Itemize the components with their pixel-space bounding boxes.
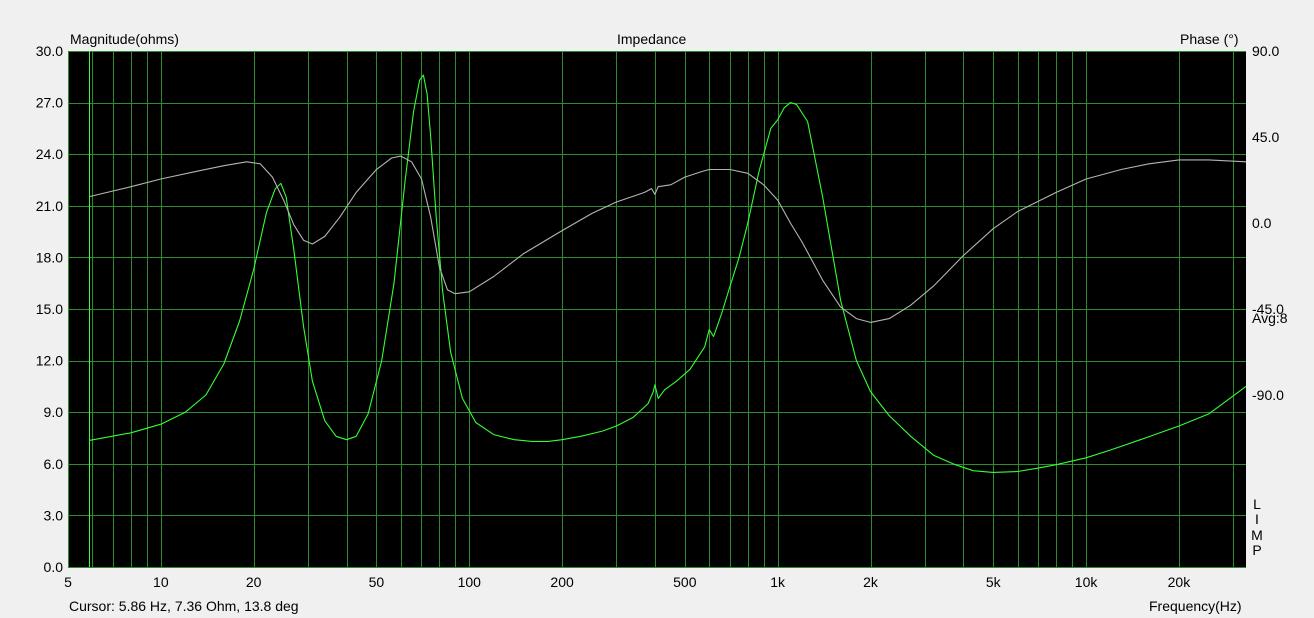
y2-tick-label: -90.0: [1252, 387, 1284, 403]
x-tick-label: 200: [550, 574, 574, 590]
x-tick-label: 10: [153, 574, 169, 590]
plot-svg: 0.0 3.0 6.0 9.0 12.0 15.0 18.0 21.0 24.0 27.0 30.0…: [36, 43, 1284, 590]
x-tick-label: 50: [369, 574, 385, 590]
y2-tick-label: 0.0: [1252, 215, 1272, 231]
y-tick-label: 27.0: [36, 95, 63, 111]
y-tick-label: 24.0: [36, 146, 63, 162]
x-tick-label: 500: [673, 574, 697, 590]
x-tick-label: 20k: [1168, 574, 1192, 590]
x-tick-label: 20: [246, 574, 262, 590]
y-tick-label: 9.0: [44, 404, 64, 420]
y-tick-label: 0.0: [44, 559, 64, 575]
y-tick-label: 21.0: [36, 198, 63, 214]
x-tick-label: 10k: [1075, 574, 1099, 590]
y-tick-label: 15.0: [36, 301, 63, 317]
y-tick-label: 12.0: [36, 353, 63, 369]
x-tick-label: 100: [458, 574, 482, 590]
y2-tick-label: -45.0: [1252, 301, 1284, 317]
x-tick-label: 2k: [863, 574, 879, 590]
impedance-chart: Magnitude(ohms) Impedance Phase (°) Avg:…: [0, 0, 1314, 618]
y-tick-label: 3.0: [44, 507, 64, 523]
x-tick-label: 5: [64, 574, 72, 590]
y-tick-label: 6.0: [44, 456, 64, 472]
y-tick-label: 30.0: [36, 43, 63, 59]
y2-tick-label: 90.0: [1252, 43, 1279, 59]
y2-tick-label: 45.0: [1252, 129, 1279, 145]
x-tick-label: 5k: [986, 574, 1002, 590]
x-tick-label: 1k: [770, 574, 786, 590]
y-tick-label: 18.0: [36, 249, 63, 265]
